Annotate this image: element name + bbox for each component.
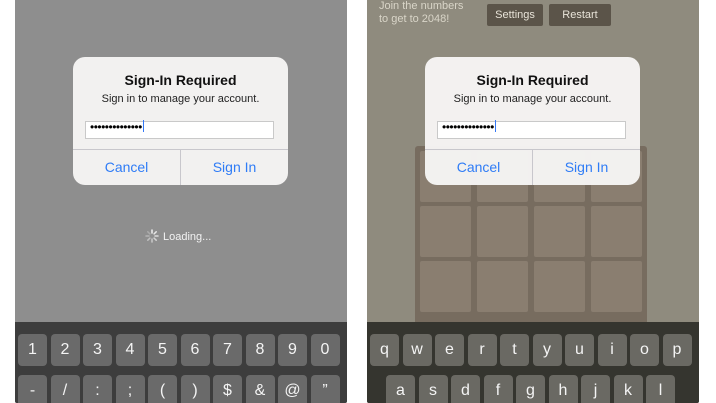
dialog-message: Sign in to manage your account.	[453, 93, 612, 105]
sign-in-button[interactable]: Sign In	[181, 150, 288, 185]
password-field[interactable]: ••••••••••••••	[437, 120, 626, 139]
key[interactable]: @	[278, 375, 307, 403]
board-cell	[477, 261, 528, 312]
dialog-message: Sign in to manage your account.	[101, 93, 260, 105]
sign-in-dialog: Sign-In Required Sign in to manage your …	[425, 57, 640, 185]
password-dots: ••••••••••••••	[442, 120, 497, 134]
key[interactable]: $	[213, 375, 242, 403]
letter-keyboard: qwertyuiop asdfghjkl	[367, 322, 699, 403]
sign-in-button[interactable]: Sign In	[533, 150, 640, 185]
key[interactable]: u	[565, 334, 594, 366]
key[interactable]: 0	[310, 334, 340, 366]
key[interactable]: a	[386, 375, 415, 403]
key[interactable]: j	[581, 375, 610, 403]
key[interactable]: t	[500, 334, 529, 366]
key[interactable]: y	[532, 334, 562, 366]
left-phone-screen: Sign-In Required Sign in to manage your …	[15, 0, 347, 403]
key[interactable]: 4	[115, 334, 145, 366]
loading-text: Loading...	[163, 231, 212, 243]
dialog-title: Sign-In Required	[124, 72, 237, 88]
key[interactable]: h	[548, 375, 578, 403]
spinner-icon	[145, 229, 159, 243]
key[interactable]: g	[516, 375, 545, 403]
key[interactable]: 2	[50, 334, 80, 366]
game-header: Join the numbers to get to 2048! Setting…	[367, 0, 699, 36]
password-field[interactable]: ••••••••••••••	[85, 120, 274, 139]
board-cell	[591, 261, 642, 312]
key[interactable]: 5	[148, 334, 177, 366]
key[interactable]: 8	[245, 334, 275, 366]
key[interactable]: f	[483, 375, 513, 403]
key[interactable]: ;	[115, 375, 145, 403]
key[interactable]: 9	[278, 334, 307, 366]
key[interactable]: (	[148, 375, 177, 403]
board-cell	[591, 206, 642, 257]
key[interactable]: -	[18, 375, 47, 403]
key[interactable]: o	[630, 334, 659, 366]
numeric-keyboard: 1 2 3 4 5 6 7 8 9 0 - /:;() $ & @”	[15, 322, 347, 403]
key[interactable]: l	[646, 375, 675, 403]
settings-button[interactable]: Settings	[487, 4, 543, 26]
key[interactable]: 7	[213, 334, 242, 366]
sign-in-dialog: Sign-In Required Sign in to manage your …	[73, 57, 288, 185]
board-cell	[477, 206, 528, 257]
key[interactable]: 6	[180, 334, 210, 366]
key[interactable]: i	[597, 334, 627, 366]
key[interactable]: k	[613, 375, 643, 403]
dialog-title: Sign-In Required	[476, 72, 589, 88]
key[interactable]: p	[662, 334, 692, 366]
key[interactable]: &	[245, 375, 275, 403]
key[interactable]: 3	[83, 334, 112, 366]
key[interactable]: q	[370, 334, 399, 366]
restart-button[interactable]: Restart	[549, 4, 611, 26]
key[interactable]: )	[180, 375, 210, 403]
cancel-button[interactable]: Cancel	[73, 150, 180, 185]
right-phone-screen: Join the numbers to get to 2048! Setting…	[367, 0, 699, 403]
key[interactable]: ”	[310, 375, 340, 403]
board-cell	[534, 261, 585, 312]
board-cell	[420, 206, 471, 257]
key[interactable]: 1	[18, 334, 47, 366]
key[interactable]: /	[50, 375, 80, 403]
key[interactable]: w	[402, 334, 432, 366]
key[interactable]: e	[435, 334, 464, 366]
cancel-button[interactable]: Cancel	[425, 150, 532, 185]
key[interactable]: s	[418, 375, 448, 403]
key[interactable]: d	[451, 375, 480, 403]
key[interactable]: r	[467, 334, 497, 366]
loading-indicator: Loading...	[145, 229, 211, 243]
board-cell	[420, 261, 471, 312]
board-cell	[534, 206, 585, 257]
game-intro-text: Join the numbers to get to 2048!	[379, 0, 464, 25]
key[interactable]: :	[83, 375, 112, 403]
text-caret	[494, 120, 497, 132]
text-caret	[142, 120, 145, 132]
password-dots: ••••••••••••••	[90, 120, 145, 134]
